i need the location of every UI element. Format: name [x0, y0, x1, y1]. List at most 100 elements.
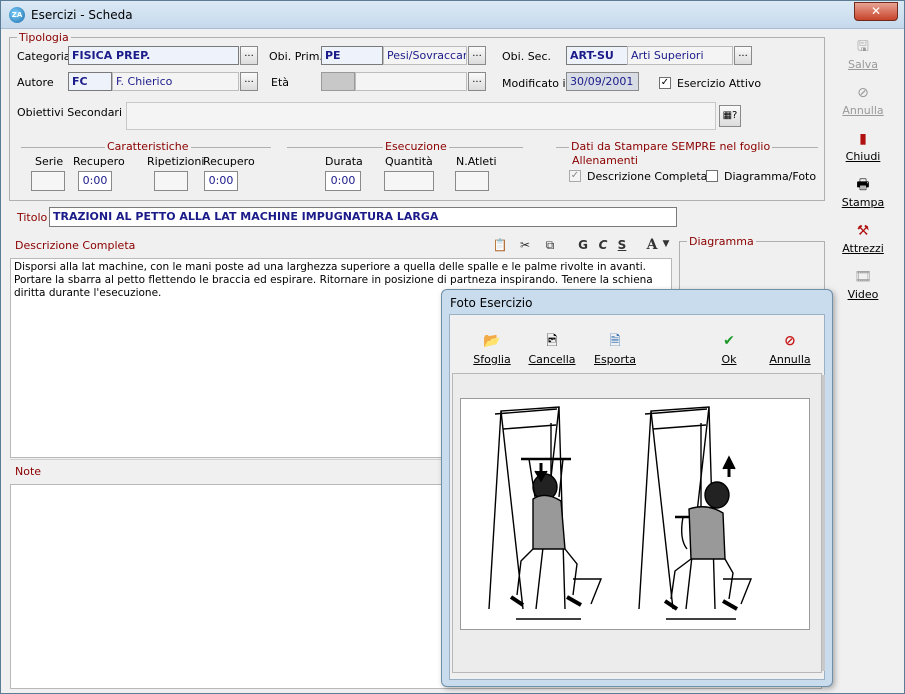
attrezzi-button[interactable]: ⚒ Attrezzi — [833, 223, 893, 255]
autore-code-field[interactable]: FC — [68, 72, 112, 91]
note-label: Note — [15, 465, 42, 478]
esecuzione-legend: Esecuzione — [383, 140, 449, 153]
delete-image-icon: 🖻 — [546, 333, 558, 349]
stampa-button[interactable]: 🖶 Stampa — [833, 177, 893, 209]
esercizio-attivo-checkbox[interactable]: ✓ — [659, 77, 671, 89]
video-icon: 🎞 — [854, 269, 872, 285]
diagramma-foto-label: Diagramma/Foto — [724, 170, 817, 183]
caratteristiche-legend: Caratteristiche — [105, 140, 191, 153]
cancella-button[interactable]: 🖻 Cancella — [528, 333, 576, 366]
recupero2-field[interactable]: 0:00 — [204, 171, 238, 191]
cut-icon[interactable]: ✂ — [516, 238, 534, 252]
descrizione-completa-checkbox[interactable]: ✓ — [569, 170, 581, 182]
eta-desc-field — [355, 72, 467, 91]
stampa-subtitle: Allenamenti — [572, 154, 638, 167]
ripetizioni-label: Ripetizioni — [147, 155, 205, 168]
obisec-desc-field: Arti Superiori — [627, 46, 733, 65]
autore-desc-field: F. Chierico — [112, 72, 239, 91]
serie-field[interactable] — [31, 171, 65, 191]
dialog-title: Foto Esercizio — [450, 296, 533, 310]
salva-label: Salva — [847, 58, 879, 71]
natleti-field[interactable] — [455, 171, 489, 191]
annulla-label: Annulla — [842, 104, 884, 117]
natleti-label: N.Atleti — [456, 155, 497, 168]
modificato-field: 30/09/2001 — [566, 72, 639, 91]
copy-icon[interactable]: ⧉ — [541, 238, 559, 253]
modificato-label: Modificato il — [502, 77, 569, 90]
eta-browse-button[interactable]: ... — [468, 72, 486, 91]
cancel-icon: ⊘ — [784, 333, 796, 349]
titolo-field[interactable]: TRAZIONI AL PETTO ALLA LAT MACHINE IMPUG… — [49, 207, 677, 227]
close-button[interactable]: ✕ — [854, 2, 898, 21]
eta-label: Età — [271, 76, 290, 89]
titolo-label: Titolo — [17, 211, 48, 224]
underline-button[interactable]: S — [613, 238, 631, 252]
stampa-label: Stampa — [841, 196, 885, 209]
printer-icon: 🖶 — [856, 177, 870, 193]
checkmark-icon: ✔ — [723, 333, 735, 349]
esercizio-attivo-label: Esercizio Attivo — [677, 77, 762, 90]
app-icon: ZA — [9, 7, 25, 23]
main-window: ZA Esercizi - Scheda ✕ Tipologia Categor… — [0, 0, 905, 694]
stampa-legend: Dati da Stampare SEMPRE nel foglio — [569, 140, 773, 153]
paste-icon[interactable]: 📋 — [491, 238, 509, 252]
font-dropdown-icon[interactable]: ▼ — [657, 239, 675, 249]
descrizione-completa-label: Descrizione Completa — [587, 170, 708, 183]
folder-open-icon: 📂 — [483, 333, 501, 349]
recupero2-label: Recupero — [203, 155, 255, 168]
categoria-browse-button[interactable]: ... — [240, 46, 258, 65]
sfoglia-button[interactable]: 📂 Sfoglia — [470, 333, 514, 366]
durata-field[interactable]: 0:00 — [325, 171, 361, 191]
tipologia-legend: Tipologia — [17, 31, 71, 44]
salva-button[interactable]: 🖫 Salva — [833, 39, 893, 71]
recupero1-field[interactable]: 0:00 — [78, 171, 112, 191]
video-label: Video — [847, 288, 879, 301]
bold-button[interactable]: G — [574, 238, 592, 252]
durata-label: Durata — [325, 155, 363, 168]
annulla-dialog-label: Annulla — [769, 353, 811, 366]
exercise-image — [460, 398, 810, 630]
attrezzi-label: Attrezzi — [842, 242, 884, 255]
foto-esercizio-dialog: Foto Esercizio 📂 Sfoglia 🖻 Cancella 🗎 Espor… — [441, 289, 833, 687]
obisec-label: Obi. Sec. — [502, 50, 551, 63]
dialog-body: 📂 Sfoglia 🖻 Cancella 🗎 Esporta ✔ Ok ⊘ Annulla — [449, 314, 825, 680]
obiprim-code-field[interactable]: PE — [321, 46, 383, 65]
autore-browse-button[interactable]: ... — [240, 72, 258, 91]
diagramma-foto-checkbox[interactable] — [706, 170, 718, 182]
quantita-field[interactable] — [384, 171, 434, 191]
exit-door-icon: ▮ — [859, 131, 867, 147]
esporta-button[interactable]: 🗎 Esporta — [592, 333, 638, 366]
obisec-browse-button[interactable]: ... — [734, 46, 752, 65]
video-button[interactable]: 🎞 Video — [833, 269, 893, 301]
ok-label: Ok — [721, 353, 737, 366]
cancel-icon: ⊘ — [857, 85, 869, 101]
lat-machine-illustration — [488, 406, 753, 620]
categoria-label: Categoria — [17, 50, 71, 63]
descrizione-label: Descrizione Completa — [15, 239, 136, 252]
save-icon: 🖫 — [857, 39, 869, 55]
obiprim-desc-field: Pesi/Sovraccari — [383, 46, 467, 65]
esporta-label: Esporta — [594, 353, 636, 366]
obiettivi-field[interactable] — [126, 102, 716, 130]
eta-code-field[interactable] — [321, 72, 355, 91]
title-bar: ZA Esercizi - Scheda ✕ — [1, 1, 904, 29]
obiettivi-picker-icon[interactable]: ▦? — [719, 105, 741, 127]
annulla-dialog-button[interactable]: ⊘ Annulla — [768, 333, 812, 366]
obisec-code-field[interactable]: ART-SU — [566, 46, 628, 65]
ripetizioni-field[interactable] — [154, 171, 188, 191]
recupero1-label: Recupero — [73, 155, 125, 168]
export-icon: 🗎 — [609, 333, 621, 349]
italic-button[interactable]: C — [594, 238, 612, 252]
obiprim-browse-button[interactable]: ... — [468, 46, 486, 65]
annulla-button[interactable]: ⊘ Annulla — [833, 85, 893, 117]
ok-button[interactable]: ✔ Ok — [714, 333, 744, 366]
tools-icon: ⚒ — [856, 223, 870, 239]
diagramma-legend: Diagramma — [687, 235, 756, 248]
obiettivi-label: Obiettivi Secondari — [17, 106, 123, 119]
categoria-field[interactable]: FISICA PREP. — [68, 46, 239, 65]
image-scrollbar[interactable] — [822, 375, 825, 671]
chiudi-button[interactable]: ▮ Chiudi — [833, 131, 893, 163]
window-title: Esercizi - Scheda — [31, 8, 133, 22]
serie-label: Serie — [35, 155, 64, 168]
obiprim-label: Obi. Prim. — [269, 50, 323, 63]
